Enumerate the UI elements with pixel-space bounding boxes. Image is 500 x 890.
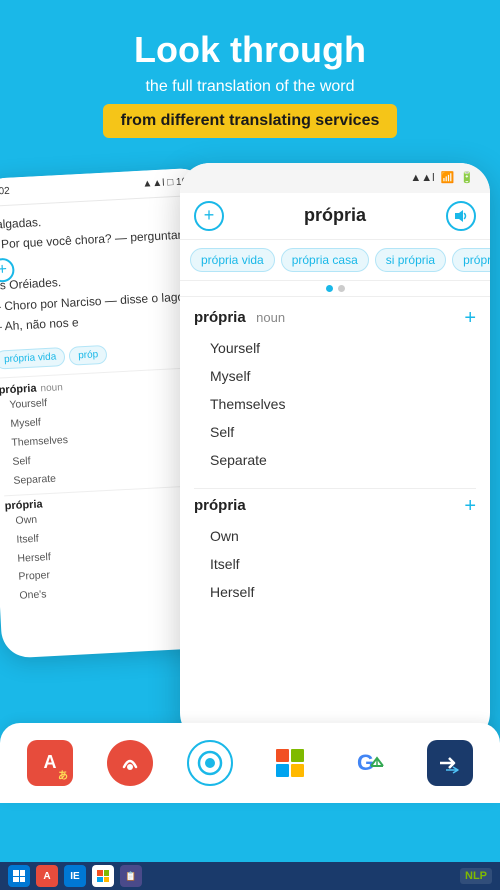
bottom-bar: A あ (0, 723, 500, 803)
sound-icon (454, 209, 468, 223)
main-title: Look through (20, 30, 480, 70)
taskbar-icon-2[interactable]: IE (64, 865, 86, 887)
fg-tab-2[interactable]: própria casa (281, 248, 369, 272)
fg-statusbar: ▲▲l 📶 🔋 (180, 163, 490, 193)
win-sq-blue (276, 764, 289, 777)
phone-area: 2:02 ▲▲l □ 16% salgadas. – Por que você … (0, 163, 500, 803)
dict-section-2: própria + Own Itself Herself (194, 495, 476, 606)
bg-dict-pos: noun (40, 382, 63, 394)
fg-tabs: própria vida própria casa si própria pró… (180, 240, 490, 281)
fg-header-plus[interactable]: + (194, 201, 224, 231)
dict-header-1: própria noun + (194, 307, 476, 330)
atranslate-icon[interactable]: A あ (27, 740, 73, 786)
dict-word-2: própria (194, 497, 246, 514)
taskbar-icon-1[interactable]: A (36, 865, 58, 887)
fg-wifi: 📶 (441, 171, 455, 184)
circle-translate-icon[interactable] (187, 740, 233, 786)
windows-grid (276, 749, 304, 777)
bg-tab-2: próp (69, 345, 108, 366)
fg-signal: ▲▲l (410, 172, 434, 184)
dict-header-2: própria + (194, 495, 476, 518)
google-translate-svg: G (355, 748, 385, 778)
dict-def-self: Self (210, 418, 476, 446)
fg-header-sound[interactable] (446, 201, 476, 231)
win-sq-yellow (291, 764, 304, 777)
fg-tab-1[interactable]: própria vida (190, 248, 275, 272)
dot-active (326, 285, 333, 292)
reverso-icon[interactable] (107, 740, 153, 786)
dict-def-itself: Itself (210, 550, 476, 578)
win-sq-green (291, 749, 304, 762)
fg-header: + própria (180, 193, 490, 240)
dict-section-1: própria noun + Yourself Myself Themselve… (194, 307, 476, 474)
fg-dict: própria noun + Yourself Myself Themselve… (180, 297, 490, 620)
reverso-svg (116, 749, 144, 777)
top-section: Look through the full translation of the… (0, 0, 500, 153)
dict-def-separate: Separate (210, 446, 476, 474)
highlight-bar: from different translating services (103, 104, 398, 138)
subtitle: the full translation of the word (20, 78, 480, 96)
dict-add-2[interactable]: + (464, 495, 476, 518)
fg-tab-dots (180, 281, 490, 297)
dict-def-myself: Myself (210, 362, 476, 390)
taskbar-icon-3[interactable] (92, 865, 114, 887)
taskbar-icon-4[interactable]: 📋 (120, 865, 142, 887)
fg-tab-4[interactable]: própria c (452, 248, 490, 272)
phone-foreground: ▲▲l 📶 🔋 + própria própria vida própria c… (180, 163, 490, 743)
taskbar-start[interactable] (8, 865, 30, 887)
fg-header-word: própria (304, 205, 366, 226)
dict-def-themselves: Themselves (210, 390, 476, 418)
dot-inactive (338, 285, 345, 292)
dict-def-herself: Herself (210, 578, 476, 606)
dict-defs-1: Yourself Myself Themselves Self Separate (194, 334, 476, 474)
dict-word-1: própria (194, 309, 246, 326)
circle-svg (197, 750, 223, 776)
dict-def-own: Own (210, 522, 476, 550)
bg-tab-1: própria vida (0, 347, 66, 370)
svg-text:G: G (357, 750, 374, 775)
fg-battery: 🔋 (460, 171, 474, 184)
dict-divider (194, 488, 476, 489)
pons-svg (436, 749, 464, 777)
dict-pos-1: noun (256, 310, 285, 325)
google-translate-icon[interactable]: G (347, 740, 393, 786)
pons-icon[interactable] (427, 740, 473, 786)
fg-tab-3[interactable]: si própria (375, 248, 446, 272)
win-sq-red (276, 749, 289, 762)
dict-def-yourself: Yourself (210, 334, 476, 362)
microsoft-icon[interactable] (267, 740, 313, 786)
taskbar-nlp: NLP (460, 868, 492, 884)
taskbar: A IE 📋 NLP (0, 862, 500, 890)
dict-add-1[interactable]: + (464, 307, 476, 330)
dict-defs-2: Own Itself Herself (194, 522, 476, 606)
bg-dict-word2: própria (4, 498, 42, 512)
bg-time: 2:02 (0, 185, 10, 197)
